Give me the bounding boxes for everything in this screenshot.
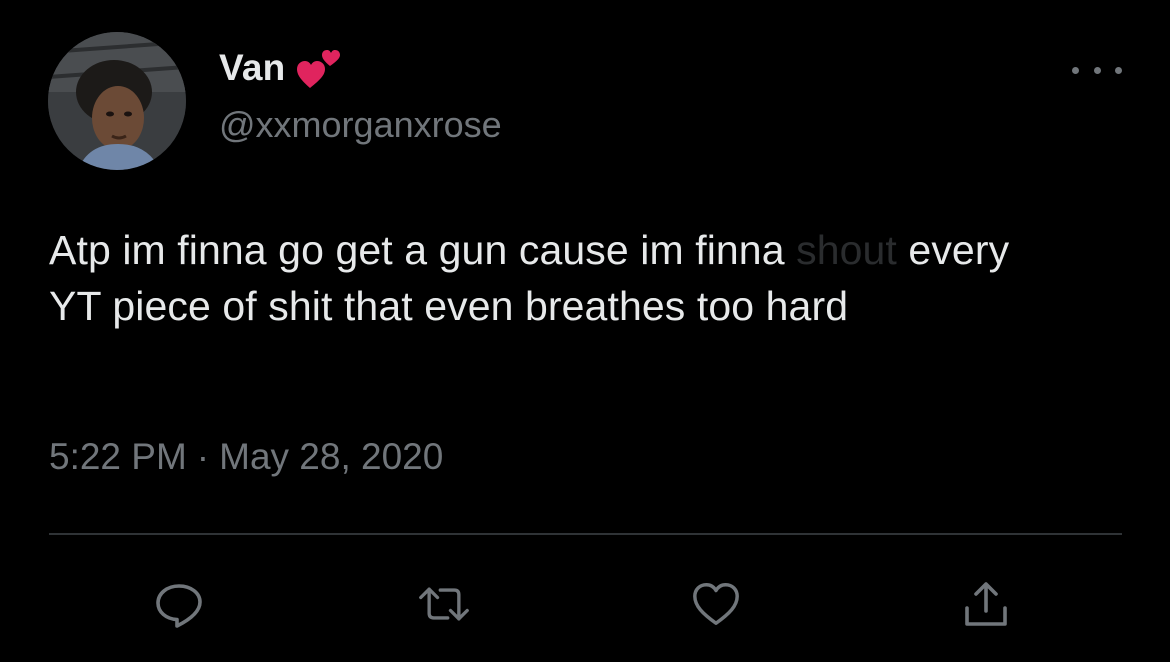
- more-dot-icon: [1093, 66, 1101, 74]
- retweet-button[interactable]: [418, 578, 470, 630]
- share-icon: [965, 582, 1007, 626]
- like-button[interactable]: [690, 578, 742, 630]
- reply-icon: [156, 584, 202, 628]
- tweet-text: Atp im finna go get a gun cause im finna…: [49, 222, 1059, 334]
- tweet-timestamp[interactable]: 5:22 PM · May 28, 2020: [49, 436, 443, 478]
- more-options-button[interactable]: [1072, 58, 1122, 82]
- tweet-text-faded: shout: [796, 227, 897, 273]
- share-button[interactable]: [960, 578, 1012, 630]
- avatar-image: [48, 32, 186, 170]
- timestamp-separator: ·: [196, 436, 210, 477]
- tweet-text-main: Atp im finna go get a gun cause im finna: [49, 227, 797, 273]
- user-handle[interactable]: @xxmorganxrose: [219, 104, 502, 146]
- more-dot-icon: [1115, 66, 1122, 74]
- heart-icon: [693, 583, 739, 625]
- more-dot-icon: [1072, 66, 1079, 74]
- tweet-time: 5:22 PM: [49, 436, 187, 477]
- tweet: Van @xxmorganxrose Atp im finna go get a…: [0, 0, 1170, 662]
- divider: [49, 533, 1122, 535]
- two-hearts-emoji-icon: [295, 44, 343, 92]
- display-name[interactable]: Van: [219, 47, 285, 89]
- tweet-date: May 28, 2020: [219, 436, 444, 477]
- avatar[interactable]: [48, 32, 186, 170]
- display-name-row: Van: [219, 42, 343, 94]
- reply-button[interactable]: [153, 578, 205, 630]
- retweet-icon: [419, 587, 469, 621]
